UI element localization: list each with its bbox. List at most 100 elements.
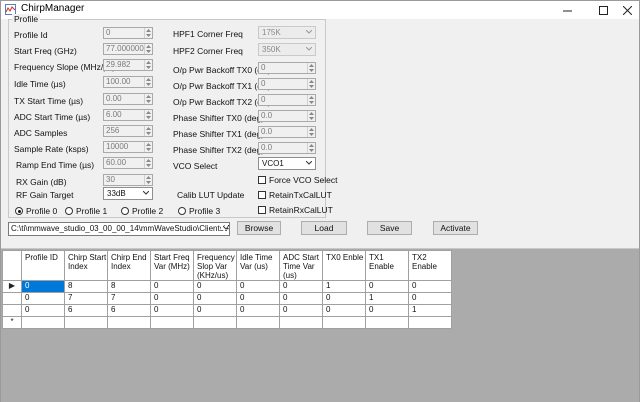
close-button[interactable] [613, 1, 640, 19]
column-header[interactable]: Start Freq Var (MHz) [150, 250, 194, 281]
column-header[interactable]: ADC Start Time Var (us) [279, 250, 323, 281]
new-table-row[interactable]: * [2, 316, 452, 329]
spinner-arrows-icon[interactable] [144, 94, 152, 104]
retain-rx-cal-checkbox[interactable]: RetainRxCalLUT [258, 205, 333, 215]
table-cell[interactable]: 6 [107, 304, 151, 317]
profile-3-radio[interactable]: Profile 3 [178, 206, 220, 216]
config-path-select[interactable]: C:\ti\mmwave_studio_03_00_00_14\mmWaveSt… [8, 222, 230, 236]
load-button[interactable]: Load [301, 221, 347, 235]
profile-2-radio[interactable]: Profile 2 [121, 206, 163, 216]
table-cell[interactable] [150, 316, 194, 329]
spinner-arrows-icon[interactable] [144, 142, 152, 152]
row-header[interactable] [2, 292, 22, 305]
table-cell[interactable]: 0 [193, 292, 237, 305]
freq-slope-field[interactable]: 29.982 [103, 59, 153, 71]
tx-start-time-field[interactable]: 0.00 [103, 93, 153, 105]
table-cell[interactable]: 0 [21, 304, 65, 317]
spinner-arrows-icon[interactable] [144, 60, 152, 70]
adc-samples-field[interactable]: 256 [103, 125, 153, 137]
column-header[interactable]: Idle Time Var (us) [236, 250, 280, 281]
table-cell[interactable]: 0 [236, 304, 280, 317]
row-header[interactable] [2, 304, 22, 317]
table-cell[interactable] [322, 316, 366, 329]
phase-tx1-field[interactable]: 0.0 [258, 126, 316, 138]
backoff-tx1-field[interactable]: 0 [258, 78, 316, 90]
table-cell[interactable]: 0 [21, 280, 65, 293]
column-header[interactable]: Chirp End Index [107, 250, 151, 281]
spinner-arrows-icon[interactable] [307, 95, 315, 105]
table-cell[interactable]: 0 [21, 292, 65, 305]
spinner-arrows-icon[interactable] [144, 175, 152, 185]
table-cell[interactable]: 0 [279, 280, 323, 293]
hpf2-select[interactable]: 350K [258, 43, 316, 56]
table-cell[interactable]: 1 [365, 292, 409, 305]
table-cell[interactable] [236, 316, 280, 329]
spinner-arrows-icon[interactable] [307, 111, 315, 121]
sample-rate-field[interactable]: 10000 [103, 141, 153, 153]
column-header[interactable]: Profile ID [21, 250, 65, 281]
table-cell[interactable]: 8 [64, 280, 108, 293]
adc-start-time-field[interactable]: 6.00 [103, 109, 153, 121]
spinner-arrows-icon[interactable] [144, 110, 152, 120]
spinner-arrows-icon[interactable] [144, 126, 152, 136]
table-cell[interactable]: 0 [279, 304, 323, 317]
profile-id-field[interactable]: 0 [103, 27, 153, 39]
profile-0-radio[interactable]: Profile 0 [15, 206, 57, 216]
new-row-indicator-icon[interactable]: * [2, 316, 22, 329]
idle-time-field[interactable]: 100.00 [103, 76, 153, 88]
start-freq-field[interactable]: 77.000000 [103, 43, 153, 55]
spinner-arrows-icon[interactable] [307, 127, 315, 137]
profile-1-radio[interactable]: Profile 1 [65, 206, 107, 216]
table-cell[interactable]: 0 [193, 280, 237, 293]
column-header[interactable]: TX0 Enble [322, 250, 366, 281]
phase-tx0-field[interactable]: 0.0 [258, 110, 316, 122]
table-cell[interactable] [365, 316, 409, 329]
save-button[interactable]: Save [367, 221, 412, 235]
spinner-arrows-icon[interactable] [307, 143, 315, 153]
table-cell[interactable]: 0 [365, 304, 409, 317]
table-row[interactable]: 0 6 6 0 0 0 0 0 0 1 [2, 304, 452, 317]
spinner-arrows-icon[interactable] [144, 158, 152, 168]
spinner-arrows-icon[interactable] [307, 79, 315, 89]
column-header[interactable]: Chirp Start Index [64, 250, 108, 281]
vco-select[interactable]: VCO1 [258, 157, 316, 170]
spinner-arrows-icon[interactable] [144, 28, 152, 38]
table-cell[interactable]: 0 [236, 280, 280, 293]
table-cell[interactable]: 0 [408, 292, 452, 305]
rx-gain-field[interactable]: 30 [103, 174, 153, 186]
table-cell[interactable]: 6 [64, 304, 108, 317]
table-cell[interactable] [408, 316, 452, 329]
table-cell[interactable]: 7 [64, 292, 108, 305]
browse-button[interactable]: Browse [237, 221, 281, 235]
spinner-arrows-icon[interactable] [144, 77, 152, 87]
column-header[interactable]: Frequency Slop Var (KHz/us) [193, 250, 237, 281]
current-row-indicator-icon[interactable]: ▶ [2, 280, 22, 293]
hpf1-select[interactable]: 175K [258, 26, 316, 39]
table-row[interactable]: 0 7 7 0 0 0 0 0 1 0 [2, 292, 452, 305]
spinner-arrows-icon[interactable] [307, 63, 315, 73]
table-cell[interactable] [193, 316, 237, 329]
table-cell[interactable]: 0 [193, 304, 237, 317]
table-cell[interactable]: 0 [150, 280, 194, 293]
retain-tx-cal-checkbox[interactable]: RetainTxCalLUT [258, 190, 332, 200]
force-vco-checkbox[interactable]: Force VCO Select [258, 175, 338, 185]
backoff-tx0-field[interactable]: 0 [258, 62, 316, 74]
table-cell[interactable] [64, 316, 108, 329]
spinner-arrows-icon[interactable] [144, 44, 152, 54]
column-header[interactable]: TX2 Enable [408, 250, 452, 281]
table-cell[interactable]: 0 [150, 292, 194, 305]
table-cell[interactable]: 7 [107, 292, 151, 305]
table-cell[interactable]: 8 [107, 280, 151, 293]
minimize-button[interactable] [553, 1, 581, 19]
rf-gain-select[interactable]: 33dB [103, 187, 153, 200]
table-cell[interactable]: 0 [279, 292, 323, 305]
table-cell[interactable]: 0 [322, 304, 366, 317]
phase-tx2-field[interactable]: 0.0 [258, 142, 316, 154]
column-header[interactable]: TX1 Enable [365, 250, 409, 281]
table-cell[interactable] [21, 316, 65, 329]
table-cell[interactable] [107, 316, 151, 329]
table-cell[interactable]: 0 [236, 292, 280, 305]
table-row[interactable]: ▶ 0 8 8 0 0 0 0 1 0 0 [2, 280, 452, 293]
activate-button[interactable]: Activate [433, 221, 478, 235]
table-cell[interactable]: 0 [150, 304, 194, 317]
